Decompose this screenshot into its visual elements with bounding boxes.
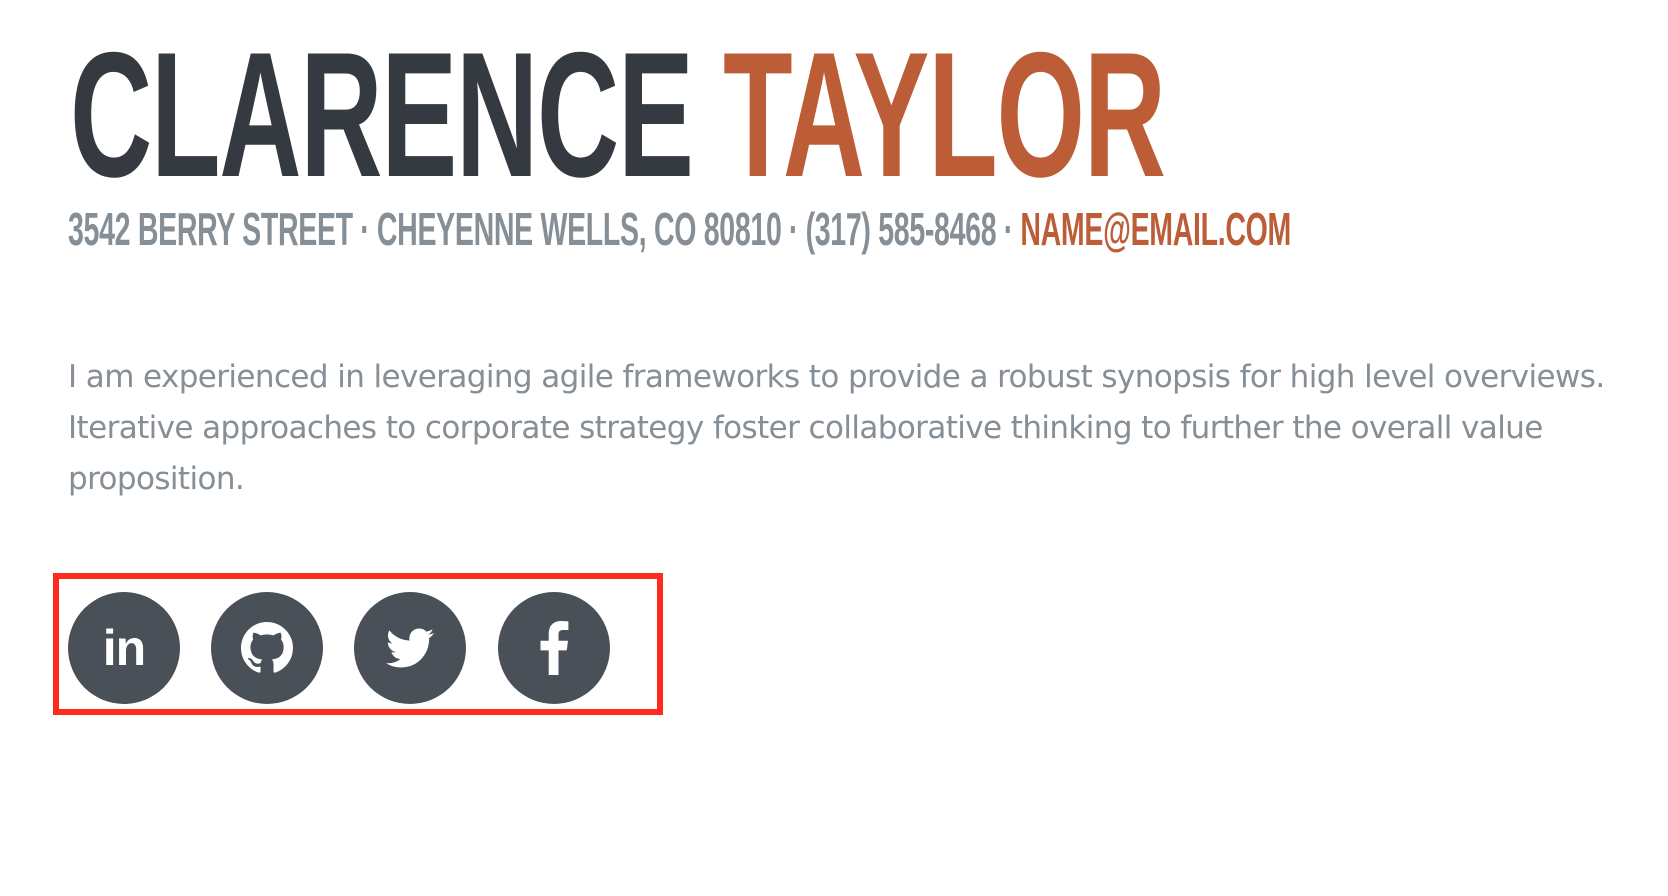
github-icon: [241, 622, 293, 673]
linkedin-icon: in: [102, 620, 146, 676]
first-name: CLARENCE: [70, 15, 694, 214]
facebook-button[interactable]: [498, 592, 610, 704]
page-title: CLARENCE TAYLOR: [70, 26, 1166, 204]
linkedin-button[interactable]: in: [68, 592, 180, 704]
contact-separator: ·: [788, 203, 799, 255]
bio-text: I am experienced in leveraging agile fra…: [68, 359, 1605, 497]
twitter-button[interactable]: [354, 592, 466, 704]
facebook-icon: [540, 621, 569, 675]
street-address: 3542 BERRY STREET: [68, 203, 353, 255]
contact-separator: ·: [360, 203, 370, 255]
github-button[interactable]: [211, 592, 323, 704]
contact-separator: ·: [1003, 203, 1013, 255]
email-link[interactable]: NAME@EMAIL.COM: [1020, 203, 1291, 255]
last-name: TAYLOR: [723, 15, 1166, 214]
phone-number: (317) 585-8468: [805, 203, 997, 255]
twitter-icon: [386, 628, 434, 668]
contact-line: 3542 BERRY STREET · CHEYENNE WELLS, CO 808…: [68, 206, 1291, 252]
resume-page: CLARENCE TAYLOR 3542 BERRY STREET · CHEYEN…: [0, 0, 1668, 896]
city-address: CHEYENNE WELLS, CO 80810: [376, 203, 782, 255]
